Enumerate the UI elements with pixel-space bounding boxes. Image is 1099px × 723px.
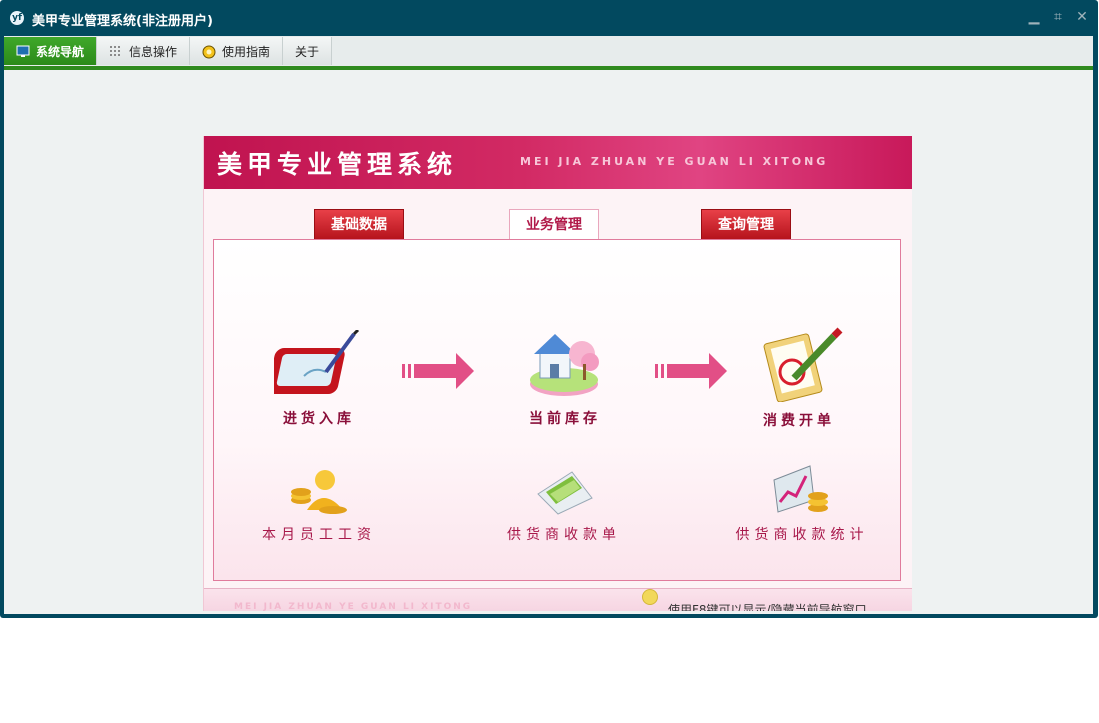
create-order-button[interactable]: 消费开单 xyxy=(734,324,864,430)
navigation-panel: 美甲专业管理系统 MEI JIA ZHUAN YE GUAN LI XITONG… xyxy=(203,136,912,611)
house-icon xyxy=(520,334,610,404)
drawing-tablet-icon xyxy=(267,328,364,404)
app-window: yf 美甲专业管理系统(非注册用户) ▁ ⌗ ✕ 系统导航 信息操作 使用指南 … xyxy=(0,0,1098,618)
chart-coins-icon xyxy=(770,465,834,520)
close-button[interactable]: ✕ xyxy=(1074,9,1090,25)
supplier-receipt-stats-label: 供货商收款统计 xyxy=(735,527,869,543)
menu-info-operations[interactable]: 信息操作 xyxy=(97,37,191,65)
menu-user-guide[interactable]: 使用指南 xyxy=(190,37,284,65)
title-bar[interactable]: yf 美甲专业管理系统(非注册用户) ▁ ⌗ ✕ xyxy=(0,0,1098,36)
app-icon: yf xyxy=(10,11,24,25)
lightbulb-icon xyxy=(642,589,658,605)
tab-business-management[interactable]: 业务管理 xyxy=(509,209,599,241)
flow-arrow-icon xyxy=(655,353,727,393)
coin-person-icon xyxy=(287,470,351,520)
restore-button[interactable]: ⌗ xyxy=(1050,9,1066,25)
stock-in-label: 进货入库 xyxy=(283,411,355,427)
menu-bar: 系统导航 信息操作 使用指南 关于 xyxy=(4,36,1093,66)
footer-subtitle: MEI JIA ZHUAN YE GUAN LI XITONG xyxy=(234,602,473,611)
supplier-receipt-label: 供货商收款单 xyxy=(507,527,621,543)
banner: 美甲专业管理系统 MEI JIA ZHUAN YE GUAN LI XITONG xyxy=(204,136,912,189)
tab-query-management[interactable]: 查询管理 xyxy=(701,209,791,241)
cash-icon xyxy=(532,471,596,520)
menu-label: 关于 xyxy=(295,44,320,59)
monitor-icon xyxy=(16,45,30,57)
supplier-receipt-stats-button[interactable]: 供货商收款统计 xyxy=(727,462,877,544)
monthly-salary-button[interactable]: 本月员工工资 xyxy=(244,466,394,544)
lightbulb-icon xyxy=(202,45,216,59)
footer-tip: 使用F8键可以显示/隐藏当前导航窗口 xyxy=(668,603,867,611)
menu-system-navigation[interactable]: 系统导航 xyxy=(4,37,98,65)
supplier-receipt-button[interactable]: 供货商收款单 xyxy=(489,464,639,544)
panel-footer: MEI JIA ZHUAN YE GUAN LI XITONG 使用F8键可以显… xyxy=(204,588,912,611)
menu-about[interactable]: 关于 xyxy=(283,37,333,65)
banner-title: 美甲专业管理系统 xyxy=(217,150,458,179)
menu-label: 信息操作 xyxy=(129,44,178,59)
function-frame: 进货入库 当前库存 消费开单 本月员工工资 供货商收款单 供货商收款统计 xyxy=(213,239,901,581)
current-stock-label: 当前库存 xyxy=(529,411,601,427)
minimize-button[interactable]: ▁ xyxy=(1026,9,1042,25)
menu-label: 使用指南 xyxy=(222,44,271,59)
stock-in-button[interactable]: 进货入库 xyxy=(254,328,384,428)
flow-arrow-icon xyxy=(402,353,474,393)
menu-label: 系统导航 xyxy=(36,44,85,59)
window-title: 美甲专业管理系统(非注册用户) xyxy=(32,14,213,29)
clipboard-pen-icon xyxy=(754,327,844,406)
banner-subtitle: MEI JIA ZHUAN YE GUAN LI XITONG xyxy=(520,155,829,168)
monthly-salary-label: 本月员工工资 xyxy=(262,527,376,543)
tab-basic-data[interactable]: 基础数据 xyxy=(314,209,404,241)
current-stock-button[interactable]: 当前库存 xyxy=(500,330,630,428)
grid-icon xyxy=(109,45,123,57)
create-order-label: 消费开单 xyxy=(763,413,835,429)
